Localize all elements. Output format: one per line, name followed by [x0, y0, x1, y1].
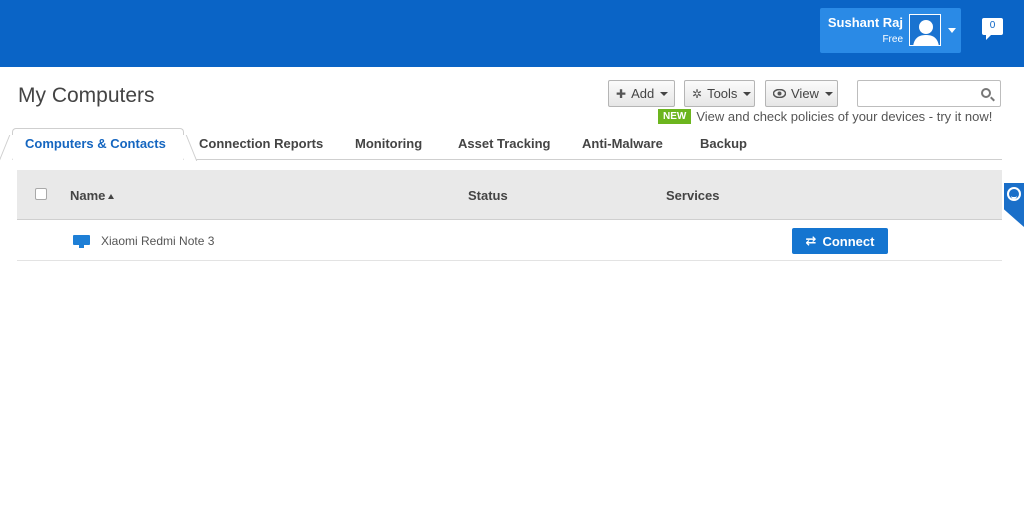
tab-computers-contacts[interactable]: Computers & Contacts	[25, 136, 166, 151]
avatar	[909, 14, 941, 46]
smiley-icon	[1007, 187, 1021, 201]
tools-button[interactable]: ✲ Tools	[684, 80, 755, 107]
connect-button-label: Connect	[822, 233, 875, 249]
column-services-header: Services	[666, 188, 720, 203]
sort-asc-icon	[108, 194, 115, 199]
add-button[interactable]: ✚ Add	[608, 80, 675, 107]
add-button-label: Add	[631, 86, 655, 101]
policies-promo-link[interactable]: NEW View and check policies of your devi…	[658, 109, 992, 124]
select-all-checkbox[interactable]	[35, 188, 47, 200]
view-button-label: View	[791, 86, 819, 101]
notifications-chat-icon[interactable]: 0	[982, 18, 1003, 40]
chevron-down-icon	[824, 91, 833, 96]
table-row[interactable]: Xiaomi Redmi Note 3 ⇄ Connect	[17, 221, 1002, 261]
feedback-tab[interactable]	[1004, 183, 1024, 227]
user-plan: Free	[882, 34, 903, 45]
column-name-header[interactable]: Name	[70, 188, 115, 203]
chevron-down-icon	[948, 28, 956, 33]
column-status-header: Status	[468, 188, 508, 203]
search-box[interactable]	[857, 80, 1001, 107]
search-icon[interactable]	[981, 88, 991, 98]
plus-icon: ✚	[616, 86, 627, 101]
gear-icon: ✲	[692, 86, 703, 101]
table-header: Name Status Services	[17, 170, 1002, 220]
new-badge: NEW	[658, 109, 692, 124]
tab-connection-reports[interactable]: Connection Reports	[199, 136, 323, 151]
user-avatar-icon	[913, 20, 939, 45]
tab-backup[interactable]: Backup	[700, 136, 747, 151]
view-button[interactable]: View	[765, 80, 838, 107]
user-menu[interactable]: Sushant Raj Free	[820, 8, 961, 53]
promo-text: View and check policies of your devices …	[696, 109, 993, 124]
user-name: Sushant Raj	[827, 15, 903, 30]
tab-anti-malware[interactable]: Anti-Malware	[582, 136, 663, 151]
column-name-label: Name	[70, 188, 106, 203]
chevron-down-icon	[660, 91, 669, 96]
tab-monitoring[interactable]: Monitoring	[355, 136, 422, 151]
tools-button-label: Tools	[707, 86, 738, 101]
tab-asset-tracking[interactable]: Asset Tracking	[458, 136, 551, 151]
notification-count: 0	[989, 20, 996, 31]
top-bar: Sushant Raj Free 0	[0, 0, 1024, 67]
page-title: My Computers	[18, 84, 155, 107]
search-input[interactable]	[862, 84, 972, 103]
swap-arrows-icon: ⇄	[805, 233, 817, 248]
computer-name[interactable]: Xiaomi Redmi Note 3	[101, 234, 214, 248]
monitor-icon	[73, 235, 90, 248]
connect-button[interactable]: ⇄ Connect	[792, 228, 888, 254]
chevron-down-icon	[743, 91, 752, 96]
eye-icon	[772, 87, 787, 101]
